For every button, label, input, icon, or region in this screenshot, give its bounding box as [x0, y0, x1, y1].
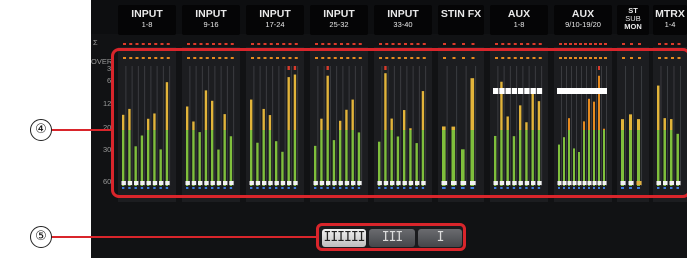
callout-marker-5: ⑤	[30, 226, 52, 248]
sigma-indicator	[218, 43, 222, 45]
sigma-indicator	[263, 43, 267, 45]
sigma-indicator	[212, 43, 215, 45]
sigma-indicator	[327, 43, 331, 45]
meter-width-medium-button[interactable]: III	[369, 229, 415, 247]
sigma-indicator	[638, 43, 641, 45]
sigma-indicator	[135, 43, 139, 45]
sigma-indicator	[599, 43, 602, 45]
sigma-indicator	[224, 43, 228, 45]
sigma-indicator	[352, 43, 356, 45]
sigma-indicator	[123, 43, 126, 45]
sigma-indicator	[513, 43, 517, 45]
sigma-indicator	[404, 43, 407, 45]
meter-width-narrow-button[interactable]: I	[418, 229, 462, 247]
callout-leader-meters	[51, 129, 113, 131]
sigma-indicator	[589, 43, 592, 45]
sigma-indicator	[193, 43, 197, 45]
sigma-indicator	[574, 43, 577, 45]
sigma-indicator	[385, 43, 389, 45]
sigma-indicator	[187, 43, 190, 45]
sigma-indicator	[166, 43, 170, 45]
sigma-indicator	[205, 43, 209, 45]
sigma-indicator	[410, 43, 414, 45]
sigma-indicator	[141, 43, 145, 45]
sigma-indicator	[321, 43, 325, 45]
sigma-indicator	[148, 43, 151, 45]
sigma-indicator	[346, 43, 350, 45]
sigma-indicator	[452, 43, 456, 45]
sigma-indicator	[397, 43, 401, 45]
callout-marker-4: ④	[30, 119, 52, 141]
sigma-indicator	[495, 43, 498, 45]
sigma-indicator	[664, 43, 668, 45]
meter-width-wide-button[interactable]: IIIIII	[322, 229, 366, 247]
sigma-indicator	[501, 43, 505, 45]
sigma-indicator	[269, 43, 273, 45]
sigma-indicator	[358, 43, 362, 45]
sigma-indicator	[422, 43, 426, 45]
sigma-indicator	[677, 43, 681, 45]
sigma-indicator	[507, 43, 511, 45]
sigma-indicator	[154, 43, 158, 45]
sigma-indicator	[532, 43, 536, 45]
meter-area-highlight	[111, 48, 687, 198]
sigma-indicator	[604, 43, 607, 45]
meter-screen-figure: INPUT 1-8 INPUT 9-16 INPUT 17-24 INPUT 2…	[0, 0, 687, 258]
sigma-indicator	[471, 43, 475, 45]
sigma-indicator	[333, 43, 337, 45]
sigma-indicator	[251, 43, 254, 45]
sigma-indicator	[276, 43, 279, 45]
sigma-indicator	[538, 43, 542, 45]
sigma-indicator	[630, 43, 633, 45]
sigma-indicator	[520, 43, 523, 45]
sigma-indicator	[379, 43, 382, 45]
sigma-indicator	[340, 43, 343, 45]
sigma-indicator	[416, 43, 420, 45]
sigma-indicator	[622, 43, 625, 45]
sigma-indicator	[199, 43, 203, 45]
sigma-indicator	[671, 43, 674, 45]
sigma-indicator	[462, 43, 465, 45]
sigma-indicator	[294, 43, 298, 45]
sigma-indicator	[526, 43, 530, 45]
sigma-indicator	[288, 43, 292, 45]
sigma-indicator	[594, 43, 597, 45]
sigma-indicator	[129, 43, 133, 45]
sigma-indicator	[564, 43, 567, 45]
sigma-indicator	[257, 43, 261, 45]
sigma-indicator	[579, 43, 582, 45]
sigma-indicator	[584, 43, 587, 45]
sigma-indicator	[391, 43, 395, 45]
sigma-indicator	[160, 43, 164, 45]
sigma-indicator	[315, 43, 318, 45]
sigma-indicator	[658, 43, 661, 45]
sigma-indicator	[282, 43, 286, 45]
sigma-indicator	[569, 43, 572, 45]
sigma-indicator	[230, 43, 234, 45]
sigma-indicator	[443, 43, 446, 45]
sigma-indicator	[559, 43, 562, 45]
callout-leader-selector	[51, 236, 318, 238]
